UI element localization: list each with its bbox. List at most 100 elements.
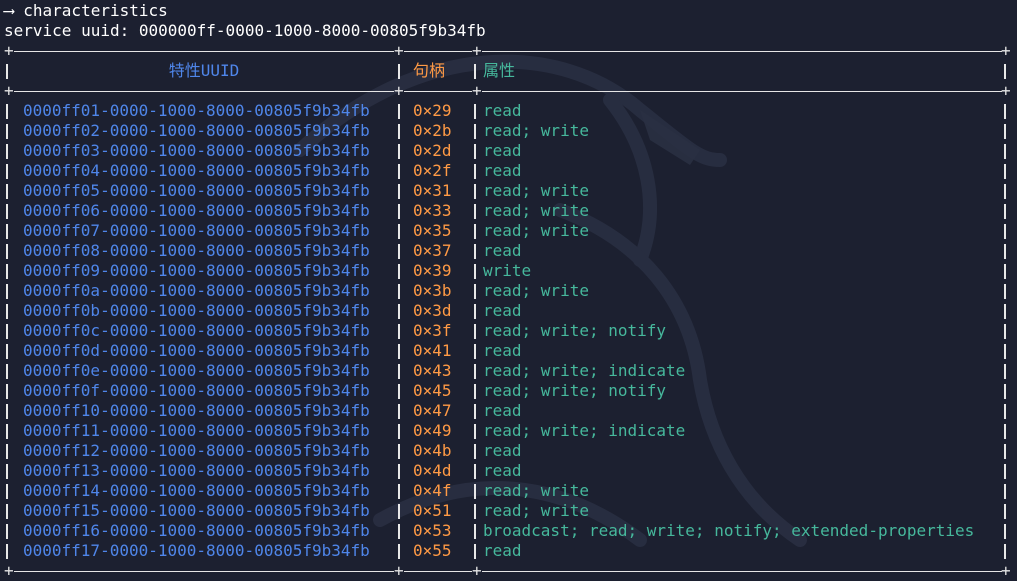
characteristic-properties: read; write xyxy=(483,481,589,500)
table-header-row: 特性UUID 句柄 属性 xyxy=(4,61,1014,81)
characteristic-handle: 0×2d xyxy=(413,141,452,160)
table-row: 0000ff08-0000-1000-8000-00805f9b34fb 0×37… xyxy=(4,241,1014,261)
characteristic-handle: 0×45 xyxy=(413,381,452,400)
characteristic-handle: 0×2f xyxy=(413,161,452,180)
characteristic-uuid: 0000ff0c-0000-1000-8000-00805f9b34fb xyxy=(23,321,370,340)
table-row: 0000ff0e-0000-1000-8000-00805f9b34fb 0×43… xyxy=(4,361,1014,381)
characteristic-properties: read xyxy=(483,401,522,420)
characteristic-uuid: 0000ff07-0000-1000-8000-00805f9b34fb xyxy=(23,221,370,240)
characteristic-uuid: 0000ff0f-0000-1000-8000-00805f9b34fb xyxy=(23,381,370,400)
table-row: 0000ff04-0000-1000-8000-00805f9b34fb 0×2f… xyxy=(4,161,1014,181)
characteristic-handle: 0×55 xyxy=(413,541,452,560)
characteristic-handle: 0×4d xyxy=(413,461,452,480)
characteristic-uuid: 0000ff08-0000-1000-8000-00805f9b34fb xyxy=(23,241,370,260)
characteristic-uuid: 0000ff06-0000-1000-8000-00805f9b34fb xyxy=(23,201,370,220)
terminal-window: ⟶ characteristics service uuid: 000000ff… xyxy=(4,0,1017,580)
characteristic-properties: read; write xyxy=(483,501,589,520)
characteristic-handle: 0×2b xyxy=(413,121,452,140)
table-row: 0000ff09-0000-1000-8000-00805f9b34fb 0×39… xyxy=(4,261,1014,281)
table-row: 0000ff11-0000-1000-8000-00805f9b34fb 0×49… xyxy=(4,421,1014,441)
table-row: 0000ff13-0000-1000-8000-00805f9b34fb 0×4d… xyxy=(4,461,1014,481)
table-row: 0000ff0d-0000-1000-8000-00805f9b34fb 0×41… xyxy=(4,341,1014,361)
characteristic-handle: 0×33 xyxy=(413,201,452,220)
characteristic-uuid: 0000ff02-0000-1000-8000-00805f9b34fb xyxy=(23,121,370,140)
characteristic-uuid: 0000ff14-0000-1000-8000-00805f9b34fb xyxy=(23,481,370,500)
characteristic-properties: read; write xyxy=(483,281,589,300)
table-row: 0000ff15-0000-1000-8000-00805f9b34fb 0×51… xyxy=(4,501,1014,521)
table-row: 0000ff0b-0000-1000-8000-00805f9b34fb 0×3d… xyxy=(4,301,1014,321)
characteristic-uuid: 0000ff13-0000-1000-8000-00805f9b34fb xyxy=(23,461,370,480)
characteristic-uuid: 0000ff01-0000-1000-8000-00805f9b34fb xyxy=(23,101,370,120)
characteristic-properties: read; write; indicate xyxy=(483,421,686,440)
table-header-separator: + + + + xyxy=(4,81,1011,100)
characteristic-properties: read; write; notify xyxy=(483,321,667,340)
characteristic-handle: 0×47 xyxy=(413,401,452,420)
characteristic-uuid: 0000ff17-0000-1000-8000-00805f9b34fb xyxy=(23,541,370,560)
characteristic-properties: read xyxy=(483,461,522,480)
characteristic-handle: 0×3b xyxy=(413,281,452,300)
characteristic-uuid: 0000ff16-0000-1000-8000-00805f9b34fb xyxy=(23,521,370,540)
characteristic-uuid: 0000ff05-0000-1000-8000-00805f9b34fb xyxy=(23,181,370,200)
characteristic-handle: 0×3d xyxy=(413,301,452,320)
table-row: 0000ff02-0000-1000-8000-00805f9b34fb 0×2b… xyxy=(4,121,1014,141)
characteristic-properties: read; write xyxy=(483,121,589,140)
table-bottom-border: + + + + xyxy=(4,561,1011,580)
characteristic-handle: 0×39 xyxy=(413,261,452,280)
characteristic-properties: read; write xyxy=(483,221,589,240)
table-row: 0000ff06-0000-1000-8000-00805f9b34fb 0×33… xyxy=(4,201,1014,221)
characteristic-properties: read xyxy=(483,341,522,360)
characteristic-uuid: 0000ff0a-0000-1000-8000-00805f9b34fb xyxy=(23,281,370,300)
table-row: 0000ff10-0000-1000-8000-00805f9b34fb 0×47… xyxy=(4,401,1014,421)
characteristic-properties: read xyxy=(483,141,522,160)
header-uuid: 特性UUID xyxy=(168,61,240,80)
service-uuid-line: service uuid: 000000ff-0000-1000-8000-00… xyxy=(4,21,486,40)
characteristic-uuid: 0000ff09-0000-1000-8000-00805f9b34fb xyxy=(23,261,370,280)
characteristic-uuid: 0000ff04-0000-1000-8000-00805f9b34fb xyxy=(23,161,370,180)
table-top-border: + + + + xyxy=(4,41,1011,60)
table-row: 0000ff01-0000-1000-8000-00805f9b34fb 0×29… xyxy=(4,101,1014,121)
characteristics-table: + + + + 特性UUID 句柄 属性 + + + + 0000ff01-00… xyxy=(4,41,1014,581)
table-row: 0000ff05-0000-1000-8000-00805f9b34fb 0×31… xyxy=(4,181,1014,201)
table-row: 0000ff0c-0000-1000-8000-00805f9b34fb 0×3f… xyxy=(4,321,1014,341)
characteristic-properties: broadcast; read; write; notify; extended… xyxy=(483,521,975,540)
characteristic-handle: 0×49 xyxy=(413,421,452,440)
characteristic-uuid: 0000ff0d-0000-1000-8000-00805f9b34fb xyxy=(23,341,370,360)
characteristic-handle: 0×43 xyxy=(413,361,452,380)
characteristic-uuid: 0000ff15-0000-1000-8000-00805f9b34fb xyxy=(23,501,370,520)
characteristic-handle: 0×31 xyxy=(413,181,452,200)
table-row: 0000ff16-0000-1000-8000-00805f9b34fb 0×53… xyxy=(4,521,1014,541)
characteristic-properties: read xyxy=(483,441,522,460)
table-row: 0000ff07-0000-1000-8000-00805f9b34fb 0×35… xyxy=(4,221,1014,241)
header-properties: 属性 xyxy=(483,61,516,80)
characteristic-properties: read xyxy=(483,241,522,260)
characteristic-handle: 0×4b xyxy=(413,441,452,460)
table-row: 0000ff14-0000-1000-8000-00805f9b34fb 0×4f… xyxy=(4,481,1014,501)
characteristic-handle: 0×35 xyxy=(413,221,452,240)
table-row: 0000ff0f-0000-1000-8000-00805f9b34fb 0×45… xyxy=(4,381,1014,401)
characteristic-uuid: 0000ff03-0000-1000-8000-00805f9b34fb xyxy=(23,141,370,160)
table-row: 0000ff17-0000-1000-8000-00805f9b34fb 0×55… xyxy=(4,541,1014,561)
characteristic-properties: write xyxy=(483,261,532,280)
characteristic-properties: read; write xyxy=(483,181,589,200)
table-row: 0000ff03-0000-1000-8000-00805f9b34fb 0×2d… xyxy=(4,141,1014,161)
characteristic-uuid: 0000ff12-0000-1000-8000-00805f9b34fb xyxy=(23,441,370,460)
characteristic-uuid: 0000ff11-0000-1000-8000-00805f9b34fb xyxy=(23,421,370,440)
characteristic-handle: 0×51 xyxy=(413,501,452,520)
table-row: 0000ff0a-0000-1000-8000-00805f9b34fb 0×3b… xyxy=(4,281,1014,301)
characteristic-properties: read xyxy=(483,101,522,120)
characteristic-uuid: 0000ff0b-0000-1000-8000-00805f9b34fb xyxy=(23,301,370,320)
characteristic-properties: read xyxy=(483,301,522,320)
characteristic-handle: 0×37 xyxy=(413,241,452,260)
characteristic-properties: read; write; indicate xyxy=(483,361,686,380)
characteristic-properties: read; write xyxy=(483,201,589,220)
characteristic-uuid: 0000ff10-0000-1000-8000-00805f9b34fb xyxy=(23,401,370,420)
characteristic-handle: 0×53 xyxy=(413,521,452,540)
characteristic-properties: read xyxy=(483,541,522,560)
characteristic-handle: 0×41 xyxy=(413,341,452,360)
command-line: ⟶ characteristics xyxy=(4,1,168,20)
table-row: 0000ff12-0000-1000-8000-00805f9b34fb 0×4b… xyxy=(4,441,1014,461)
characteristic-handle: 0×29 xyxy=(413,101,452,120)
characteristic-properties: read xyxy=(483,161,522,180)
header-handle: 句柄 xyxy=(413,61,446,80)
characteristic-properties: read; write; notify xyxy=(483,381,667,400)
